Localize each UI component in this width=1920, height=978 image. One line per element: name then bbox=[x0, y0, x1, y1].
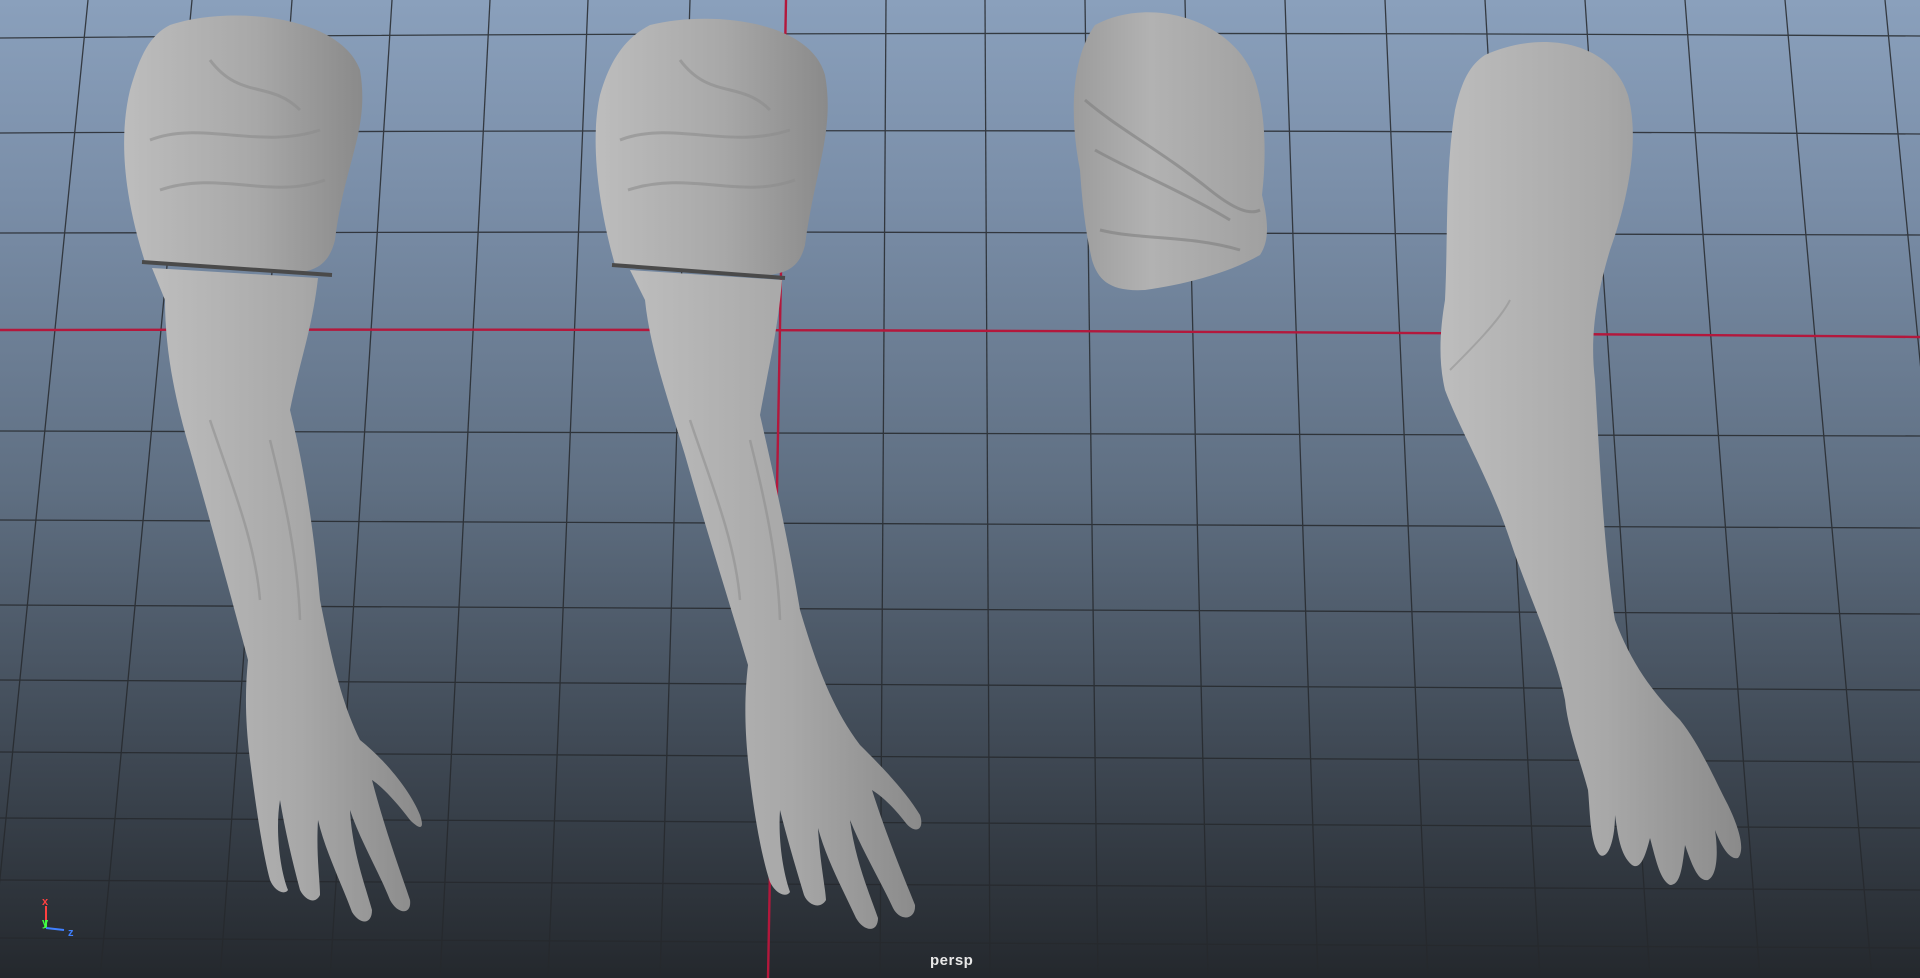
viewport-scene[interactable] bbox=[0, 0, 1920, 978]
axis-y-label: y bbox=[42, 917, 49, 929]
axis-z-label: z bbox=[68, 927, 74, 939]
sleeve-cap-mesh[interactable] bbox=[1073, 12, 1267, 291]
maya-viewport-persp[interactable]: x y z persp bbox=[0, 0, 1920, 978]
camera-name-label: persp bbox=[930, 952, 974, 969]
arm-with-sleeve-left-mesh[interactable] bbox=[124, 15, 422, 922]
view-axis-indicator: x y z bbox=[36, 890, 86, 940]
axis-x-label: x bbox=[42, 896, 49, 908]
arm-with-sleeve-center-mesh[interactable] bbox=[595, 18, 922, 929]
bare-arm-right-mesh[interactable] bbox=[1440, 42, 1742, 885]
